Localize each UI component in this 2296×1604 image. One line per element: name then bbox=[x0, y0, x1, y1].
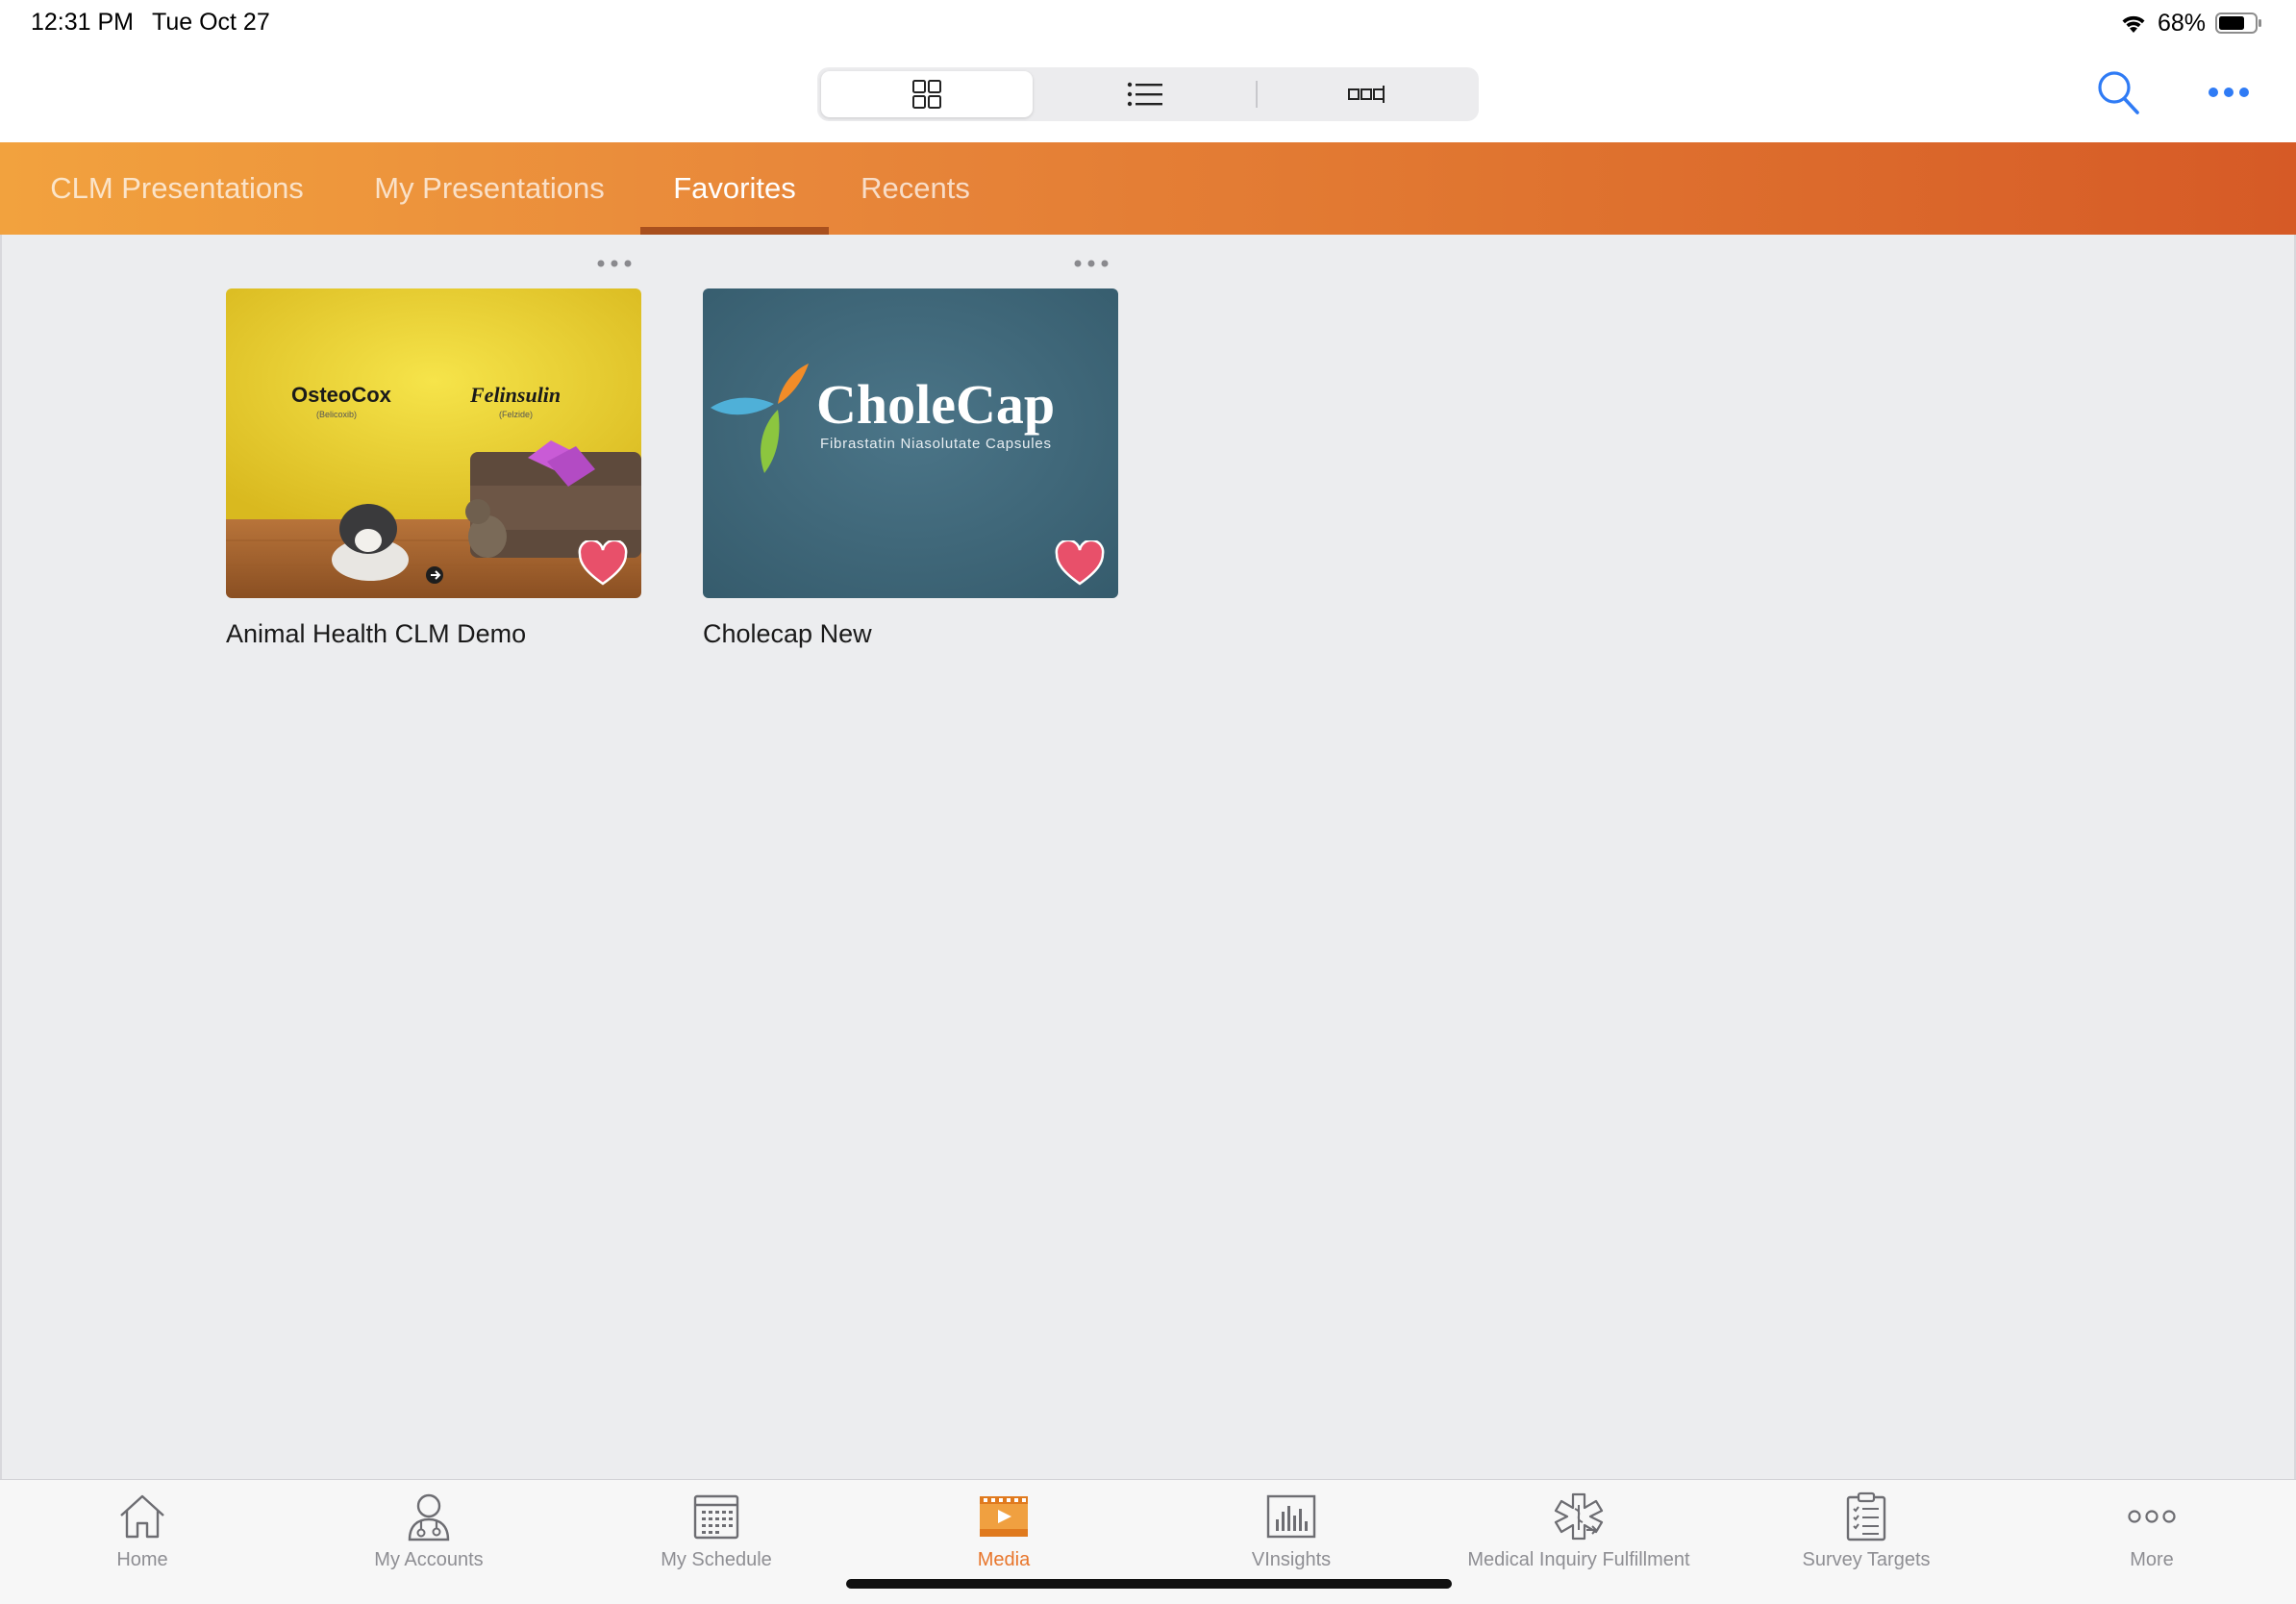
calendar-icon bbox=[693, 1494, 739, 1540]
thumbnail-brand-left: OsteoCox bbox=[291, 383, 392, 407]
bottom-tab-label: VInsights bbox=[1251, 1549, 1332, 1570]
view-mode-switcher bbox=[817, 67, 1479, 121]
bottom-tab-label: Media bbox=[977, 1549, 1031, 1570]
media-icon bbox=[980, 1496, 1028, 1537]
grid-view-button[interactable] bbox=[821, 71, 1033, 117]
bottom-tab-medical-inquiry-fulfillment[interactable]: Medical Inquiry Fulfillment bbox=[1435, 1480, 1723, 1586]
bottom-tab-label: More bbox=[2130, 1549, 2174, 1570]
thumbnail-tagline: Fibrastatin Niasolutate Capsules bbox=[820, 436, 1051, 452]
bottom-tab-label: My Schedule bbox=[661, 1549, 772, 1570]
search-icon bbox=[2098, 71, 2139, 114]
segment-divider bbox=[1256, 81, 1258, 108]
search-button[interactable] bbox=[2094, 67, 2142, 117]
battery-icon bbox=[2215, 13, 2261, 34]
thumbnail-brand: CholeCap bbox=[816, 373, 1055, 436]
card-menu-button[interactable] bbox=[1070, 254, 1112, 273]
bottom-tab-label: Home bbox=[116, 1549, 168, 1570]
tab-favorites[interactable]: Favorites bbox=[640, 142, 829, 235]
carousel-view-button[interactable] bbox=[1260, 71, 1475, 117]
top-navigation bbox=[0, 44, 2296, 142]
active-tab-indicator bbox=[640, 227, 829, 235]
grid-icon bbox=[912, 80, 941, 109]
list-view-button[interactable] bbox=[1036, 71, 1254, 117]
accounts-icon bbox=[408, 1493, 450, 1541]
more-options-button[interactable] bbox=[2206, 73, 2252, 112]
tab-my-presentations[interactable]: My Presentations bbox=[352, 142, 627, 235]
status-time: 12:31 PM bbox=[31, 9, 135, 36]
medical-inquiry-icon bbox=[1554, 1492, 1604, 1541]
bottom-tab-vinsights[interactable]: VInsights bbox=[1147, 1480, 1435, 1586]
presentation-thumbnail[interactable]: CholeCap Fibrastatin Niasolutate Capsule… bbox=[703, 288, 1118, 598]
more-horizontal-icon bbox=[597, 260, 632, 267]
more-icon bbox=[2128, 1510, 2176, 1523]
bottom-tab-home[interactable]: Home bbox=[0, 1480, 287, 1586]
bottom-tab-more[interactable]: More bbox=[2008, 1480, 2296, 1586]
presentation-title: Animal Health CLM Demo bbox=[226, 619, 527, 648]
list-icon bbox=[1127, 82, 1162, 107]
wifi-icon bbox=[2122, 15, 2145, 33]
carousel-icon bbox=[1348, 86, 1385, 103]
status-indicators: 68% bbox=[2119, 8, 2263, 38]
thumbnail-brand-left-sub: (Belicoxib) bbox=[316, 410, 357, 419]
bottom-tab-media[interactable]: Media bbox=[860, 1480, 1148, 1586]
home-indicator[interactable] bbox=[846, 1579, 1452, 1589]
bottom-tab-my-accounts[interactable]: My Accounts bbox=[285, 1480, 573, 1586]
bottom-tab-survey-targets[interactable]: Survey Targets bbox=[1722, 1480, 2010, 1586]
more-horizontal-icon bbox=[1074, 260, 1109, 267]
bottom-tab-label: Survey Targets bbox=[1802, 1549, 1931, 1570]
thumbnail-brand-right: Felinsulin bbox=[469, 383, 561, 407]
status-date: Tue Oct 27 bbox=[152, 9, 270, 36]
thumbnail-brand-right-sub: (Felzide) bbox=[499, 410, 533, 419]
presentation-card[interactable]: CholeCap Fibrastatin Niasolutate Capsule… bbox=[703, 235, 1118, 658]
clipboard-icon bbox=[1846, 1491, 1886, 1541]
app-window: 12:31 PM Tue Oct 27 68% CLM Presentation… bbox=[0, 0, 2296, 1604]
presentations-grid: OsteoCox (Belicoxib) Felinsulin (Felzide… bbox=[0, 235, 2296, 1479]
presentation-thumbnail[interactable]: OsteoCox (Belicoxib) Felinsulin (Felzide… bbox=[226, 288, 641, 598]
chart-icon bbox=[1266, 1494, 1316, 1539]
tab-clm-presentations[interactable]: CLM Presentations bbox=[27, 142, 327, 235]
more-horizontal-icon bbox=[2209, 88, 2249, 97]
bottom-tab-label: My Accounts bbox=[374, 1549, 484, 1570]
card-menu-button[interactable] bbox=[593, 254, 636, 273]
bottom-tab-my-schedule[interactable]: My Schedule bbox=[572, 1480, 861, 1586]
presentation-title: Cholecap New bbox=[703, 619, 872, 648]
presentation-card[interactable]: OsteoCox (Belicoxib) Felinsulin (Felzide… bbox=[226, 235, 641, 658]
home-icon bbox=[120, 1494, 164, 1539]
battery-percent: 68% bbox=[2157, 9, 2206, 37]
status-bar: 12:31 PM Tue Oct 27 68% bbox=[0, 0, 2296, 44]
tab-recents[interactable]: Recents bbox=[846, 142, 985, 235]
favorite-heart-icon[interactable] bbox=[1055, 540, 1105, 587]
favorite-heart-icon[interactable] bbox=[578, 540, 628, 587]
presentation-tabs: CLM Presentations My Presentations Favor… bbox=[0, 142, 2296, 235]
bottom-tab-label: Medical Inquiry Fulfillment bbox=[1467, 1549, 1690, 1570]
